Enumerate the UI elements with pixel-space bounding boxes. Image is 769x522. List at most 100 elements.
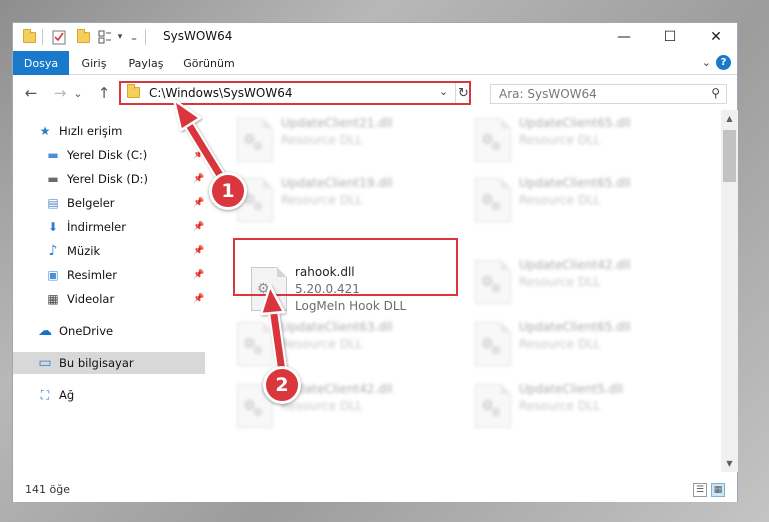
file-tile[interactable]: ⚙ ⚙ UpdateClient65.dll Resource DLL — [471, 114, 701, 172]
file-description: Resource DLL — [281, 337, 363, 351]
new-folder-icon[interactable] — [75, 28, 91, 46]
search-icon[interactable]: ⚲ — [711, 86, 720, 100]
file-tile[interactable]: ⚙ ⚙ UpdateClient19.dll Resource DLL — [233, 174, 463, 232]
file-description: Resource DLL — [519, 133, 601, 147]
file-name: UpdateClient19.dll — [281, 176, 393, 190]
sidebar-item-quick-access[interactable]: ★ Hızlı erişim — [13, 120, 205, 142]
scrollbar-thumb[interactable] — [723, 130, 736, 182]
gear-icon: ⚙ — [253, 140, 263, 153]
file-tile[interactable]: ⚙ ⚙ UpdateClient42.dll Resource DLL — [471, 256, 701, 314]
vertical-scrollbar[interactable]: ▲ ▼ — [721, 110, 738, 472]
gear-icon: ⚙ — [253, 344, 263, 357]
item-count: 141 öğe — [25, 483, 70, 496]
scroll-down-icon[interactable]: ▼ — [721, 455, 738, 472]
pictures-icon: ▣ — [47, 268, 59, 282]
sidebar-item-documents[interactable]: ▤ Belgeler 📌 — [13, 192, 205, 214]
sidebar-item-label: Yerel Disk (C:) — [67, 148, 148, 162]
close-button[interactable]: ✕ — [693, 23, 739, 51]
pin-icon[interactable]: 📌 — [193, 246, 204, 256]
minimize-button[interactable]: — — [601, 23, 647, 51]
downloads-icon: ⬇ — [47, 220, 59, 234]
file-tile[interactable]: ⚙ ⚙ UpdateClient63.dll Resource DLL — [233, 318, 463, 376]
maximize-button[interactable]: ☐ — [647, 23, 693, 51]
details-view-icon[interactable]: ☰ — [693, 483, 707, 497]
tab-home[interactable]: Giriş — [73, 51, 115, 75]
sidebar-item-downloads[interactable]: ⬇ İndirmeler 📌 — [13, 216, 205, 238]
folder-icon — [127, 84, 140, 98]
gear-icon: ⚙ — [491, 140, 501, 153]
pin-icon[interactable]: 📌 — [193, 174, 204, 184]
pin-icon[interactable]: 📌 — [193, 294, 204, 304]
sidebar-item-onedrive[interactable]: ☁ OneDrive — [13, 320, 205, 342]
sidebar-item-videos[interactable]: ▦ Videolar 📌 — [13, 288, 205, 310]
target-file-highlight — [233, 238, 458, 296]
sidebar-item-this-pc[interactable]: ▭ Bu bilgisayar — [13, 352, 205, 374]
sidebar-item-local-disk-d[interactable]: ▬ Yerel Disk (D:) 📌 — [13, 168, 205, 190]
onedrive-icon: ☁ — [38, 323, 52, 339]
view-options-icon[interactable] — [97, 28, 113, 46]
network-icon: ⛶ — [40, 387, 50, 402]
address-dropdown-icon[interactable]: ⌄ — [439, 85, 448, 98]
file-name: UpdateClient42.dll — [519, 258, 631, 272]
sidebar-item-label: Belgeler — [67, 196, 115, 210]
sidebar-item-label: İndirmeler — [67, 220, 126, 234]
dll-file-icon: ⚙ ⚙ — [475, 118, 511, 162]
file-tile[interactable]: ⚙ ⚙ UpdateClient65.dll Resource DLL — [471, 318, 701, 376]
file-name: UpdateClient5.dll — [519, 382, 623, 396]
file-description: Resource DLL — [519, 399, 601, 413]
address-path[interactable]: C:\Windows\SysWOW64 — [149, 86, 293, 100]
file-tile[interactable]: ⚙ ⚙ UpdateClient5.dll Resource DLL — [471, 380, 701, 438]
sidebar-item-network[interactable]: ⛶ Ağ — [13, 384, 205, 406]
file-description: Resource DLL — [281, 133, 363, 147]
dll-file-icon: ⚙ ⚙ — [237, 118, 273, 162]
window-title: SysWOW64 — [163, 29, 233, 43]
file-tile[interactable]: ⚙ ⚙ UpdateClient21.dll Resource DLL — [233, 114, 463, 172]
folder-icon[interactable] — [21, 28, 37, 46]
sidebar-item-label: Videolar — [67, 292, 115, 306]
file-name: UpdateClient65.dll — [519, 116, 631, 130]
file-tile[interactable]: ⚙ ⚙ UpdateClient65.dll Resource DLL — [471, 174, 701, 232]
file-description: Resource DLL — [519, 193, 601, 207]
gear-icon: ⚙ — [253, 406, 263, 419]
computer-icon: ▭ — [38, 355, 52, 371]
pin-icon[interactable]: 📌 — [193, 222, 204, 232]
videos-icon: ▦ — [47, 292, 59, 306]
tab-view[interactable]: Görünüm — [177, 51, 241, 75]
recent-locations-icon[interactable]: ⌄ — [69, 84, 87, 102]
address-bar[interactable]: C:\Windows\SysWOW64 ⌄ ↻ — [119, 81, 471, 105]
gear-icon: ⚙ — [253, 200, 263, 213]
star-icon: ★ — [39, 124, 51, 138]
dll-file-icon: ⚙ ⚙ — [475, 178, 511, 222]
tiles-view-icon[interactable]: ▦ — [711, 483, 725, 497]
toolbar-separator — [145, 29, 146, 45]
pin-icon[interactable]: 📌 — [193, 270, 204, 280]
documents-icon: ▤ — [47, 196, 59, 210]
up-button[interactable]: ↑ — [95, 84, 113, 102]
expand-ribbon-icon[interactable]: ⌄ — [702, 56, 711, 69]
search-input[interactable]: Ara: SysWOW64 ⚲ — [490, 84, 727, 104]
gear-icon: ⚙ — [491, 344, 501, 357]
properties-icon[interactable] — [51, 28, 67, 46]
pin-icon[interactable]: 📌 — [193, 150, 204, 160]
sidebar-item-pictures[interactable]: ▣ Resimler 📌 — [13, 264, 205, 286]
dll-file-icon: ⚙ ⚙ — [475, 260, 511, 304]
sidebar-item-label: Ağ — [59, 388, 75, 402]
gear-icon: ⚙ — [491, 406, 501, 419]
forward-button[interactable]: → — [51, 84, 69, 102]
sidebar-item-local-disk-c[interactable]: ▬ Yerel Disk (C:) 📌 — [13, 144, 205, 166]
file-name: UpdateClient65.dll — [519, 320, 631, 334]
pin-icon[interactable]: 📌 — [193, 198, 204, 208]
scroll-up-icon[interactable]: ▲ — [721, 110, 738, 127]
back-button[interactable]: ← — [22, 84, 40, 102]
dll-file-icon: ⚙ ⚙ — [475, 384, 511, 428]
refresh-button[interactable]: ↻ — [455, 83, 471, 103]
sidebar-item-label: Hızlı erişim — [59, 124, 123, 138]
tab-file[interactable]: Dosya — [13, 51, 69, 75]
help-icon[interactable]: ? — [716, 55, 731, 70]
sidebar-item-music[interactable]: ♪ Müzik 📌 — [13, 240, 205, 262]
sidebar-item-label: Yerel Disk (D:) — [67, 172, 149, 186]
tab-share[interactable]: Paylaş — [121, 51, 171, 75]
navigation-pane: ★ Hızlı erişim ▬ Yerel Disk (C:) 📌 ▬ Yer… — [13, 110, 205, 472]
customize-toolbar-icon[interactable]: ₌ — [126, 28, 142, 46]
file-name: UpdateClient63.dll — [281, 320, 393, 334]
